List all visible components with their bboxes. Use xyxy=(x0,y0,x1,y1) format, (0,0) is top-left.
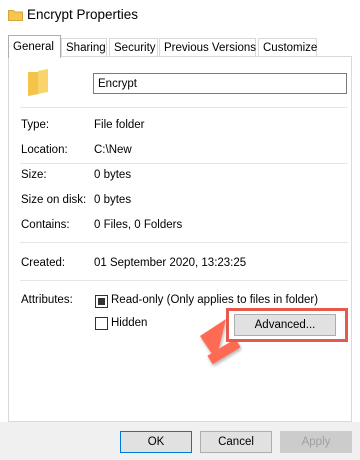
type-label: Type: xyxy=(21,119,50,131)
attributes-label: Attributes: xyxy=(21,294,73,306)
separator xyxy=(20,107,348,108)
ok-button[interactable]: OK xyxy=(120,431,192,453)
separator xyxy=(20,280,348,281)
tab-strip: General Sharing Security Previous Versio… xyxy=(0,33,360,58)
tab-general[interactable]: General xyxy=(8,35,61,58)
advanced-button[interactable]: Advanced... xyxy=(234,314,336,336)
readonly-checkbox[interactable] xyxy=(95,295,108,308)
general-panel xyxy=(8,56,352,422)
folder-icon xyxy=(28,69,48,96)
size-value: 0 bytes xyxy=(94,169,132,181)
size-on-disk-value: 0 bytes xyxy=(94,194,132,206)
created-label: Created: xyxy=(21,257,66,269)
tab-security[interactable]: Security xyxy=(109,38,158,57)
location-value: C:\New xyxy=(94,144,132,156)
title-bar: Encrypt Properties xyxy=(0,0,360,33)
folder-icon xyxy=(8,10,23,21)
tab-sharing[interactable]: Sharing xyxy=(61,38,107,57)
type-value: File folder xyxy=(94,119,145,131)
contains-label: Contains: xyxy=(21,219,70,231)
separator xyxy=(20,163,348,164)
tab-previous-versions[interactable]: Previous Versions xyxy=(159,38,256,57)
size-on-disk-label: Size on disk: xyxy=(21,194,87,206)
window-title: Encrypt Properties xyxy=(27,7,139,22)
location-label: Location: xyxy=(21,144,68,156)
apply-button[interactable]: Apply xyxy=(280,431,352,453)
readonly-label[interactable]: Read-only (Only applies to files in fold… xyxy=(111,294,318,306)
separator xyxy=(20,242,348,243)
size-label: Size: xyxy=(21,169,47,181)
created-value: 01 September 2020, 13:23:25 xyxy=(94,257,247,269)
contains-value: 0 Files, 0 Folders xyxy=(94,219,183,231)
hidden-label[interactable]: Hidden xyxy=(111,317,147,329)
folder-name-input[interactable] xyxy=(93,73,347,94)
tab-customize[interactable]: Customize xyxy=(258,38,317,57)
cancel-button[interactable]: Cancel xyxy=(200,431,272,453)
hidden-checkbox[interactable] xyxy=(95,317,108,330)
